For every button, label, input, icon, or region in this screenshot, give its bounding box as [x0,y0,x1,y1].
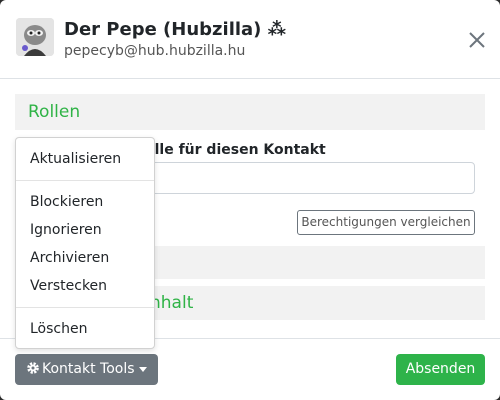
menu-item-archive[interactable]: Archivieren [16,244,154,272]
contact-name: Der Pepe (Hubzilla) ⁂ [64,19,287,40]
contact-tools-button[interactable]: Kontakt Tools [15,354,158,385]
compare-permissions-button[interactable]: Berechtigungen vergleichen [297,210,475,235]
contact-modal: Der Pepe (Hubzilla) ⁂ pepecyb@hub.hubzil… [0,0,500,400]
user-avatar-icon [16,18,54,56]
menu-item-hide[interactable]: Verstecken [16,272,154,300]
menu-item-refresh[interactable]: Aktualisieren [16,145,154,173]
menu-item-ignore[interactable]: Ignorieren [16,216,154,244]
modal-header: Der Pepe (Hubzilla) ⁂ pepecyb@hub.hubzil… [0,0,500,79]
close-icon[interactable] [466,29,488,51]
menu-divider [16,307,154,308]
role-field-label: olle für diesen Kontakt [145,142,326,158]
chevron-down-icon [139,367,147,372]
menu-divider [16,180,154,181]
contact-address: pepecyb@hub.hubzilla.hu [64,43,246,59]
roles-title: Rollen [28,102,81,122]
content-title: nhalt [150,293,194,313]
role-select[interactable] [140,162,475,194]
roles-section: Rollen [15,94,485,130]
menu-item-block[interactable]: Blockieren [16,188,154,216]
menu-item-delete[interactable]: Löschen [16,315,154,343]
contact-tools-label: Kontakt Tools [42,361,135,377]
submit-button[interactable]: Absenden [396,354,485,385]
contact-tools-menu: Aktualisieren Blockieren Ignorieren Arch… [15,137,155,349]
gear-icon [26,361,40,375]
